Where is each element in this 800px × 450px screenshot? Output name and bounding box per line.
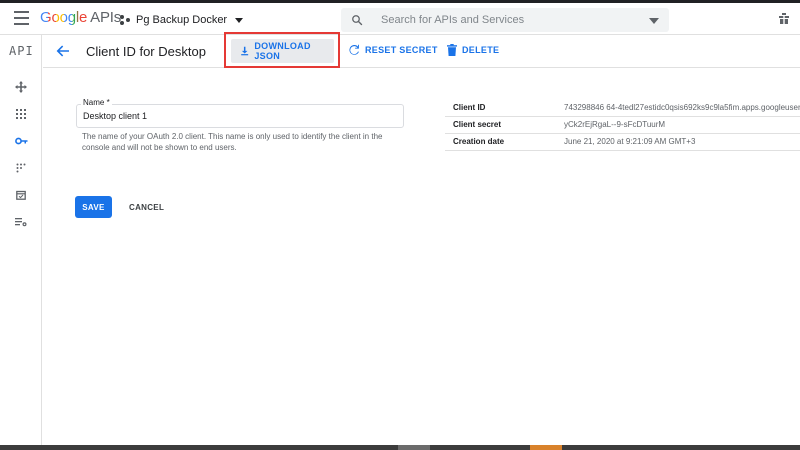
trash-icon [447,44,457,56]
page-title: Client ID for Desktop [86,44,206,59]
delete-button[interactable]: DELETE [447,44,499,56]
info-row-client-secret: Client secret yCk2rEjRgaL--9-sFcDTuurM [445,117,800,134]
api-label: API [9,44,34,58]
search-bar[interactable] [341,8,669,32]
search-input[interactable] [379,13,643,27]
reset-secret-label: RESET SECRET [365,45,438,55]
back-arrow-icon[interactable] [55,43,71,59]
delete-label: DELETE [462,45,500,55]
search-dropdown-icon[interactable] [649,18,659,24]
logo-apis: APIs [90,9,122,26]
client-info-table: Client ID 743298846 64-4tedl27estidc0qsi… [445,100,800,151]
save-button[interactable]: SAVE [75,196,112,218]
client-secret-value[interactable]: yCk2rEjRgaL--9-sFcDTuurM [564,120,800,129]
nav-oauth-consent-icon[interactable] [14,161,28,175]
nav-credentials-key-icon[interactable] [14,134,28,148]
info-key: Client secret [453,120,502,129]
nav-domain-verification-icon[interactable] [14,188,28,202]
cancel-button[interactable]: CANCEL [129,203,164,212]
download-json-label: DOWNLOAD JSON [254,41,311,61]
project-icon [120,14,131,26]
action-bar: Client ID for Desktop DOWNLOAD JSON RESE… [43,32,800,68]
name-helper-text: The name of your OAuth 2.0 client. This … [82,132,383,152]
gift-icon[interactable] [779,13,789,24]
client-id-value[interactable]: 743298846 64-4tedl27estidc0qsis692ks9c9l… [564,103,800,112]
info-row-client-id: Client ID 743298846 64-4tedl27estidc0qsi… [445,100,800,117]
nav-dashboard-icon[interactable] [14,80,28,94]
nav-settings-list-icon[interactable] [14,215,28,229]
download-json-button[interactable]: DOWNLOAD JSON [231,39,334,63]
download-icon [241,46,249,56]
chevron-down-icon [235,17,244,23]
logo-google: Google [40,9,88,26]
name-field-label: Name * [81,98,112,107]
search-icon [351,14,371,26]
refresh-icon [349,44,359,55]
project-selector[interactable]: Pg Backup Docker [120,11,244,29]
creation-date-value: June 21, 2020 at 9:21:09 AM GMT+3 [564,137,696,146]
left-nav-rail: API [0,35,42,445]
name-field[interactable] [76,104,404,128]
top-header: Google APIs Pg Backup Docker [0,3,800,35]
google-apis-logo[interactable]: Google APIs [40,9,121,26]
name-input[interactable] [83,111,383,121]
reset-secret-button[interactable]: RESET SECRET [348,44,438,56]
info-row-creation-date: Creation date June 21, 2020 at 9:21:09 A… [445,134,800,151]
menu-icon[interactable] [14,11,29,25]
os-taskbar [0,445,800,450]
info-key: Creation date [453,137,505,146]
info-key: Client ID [453,103,486,112]
nav-library-icon[interactable] [14,107,28,121]
project-name: Pg Backup Docker [136,14,228,26]
